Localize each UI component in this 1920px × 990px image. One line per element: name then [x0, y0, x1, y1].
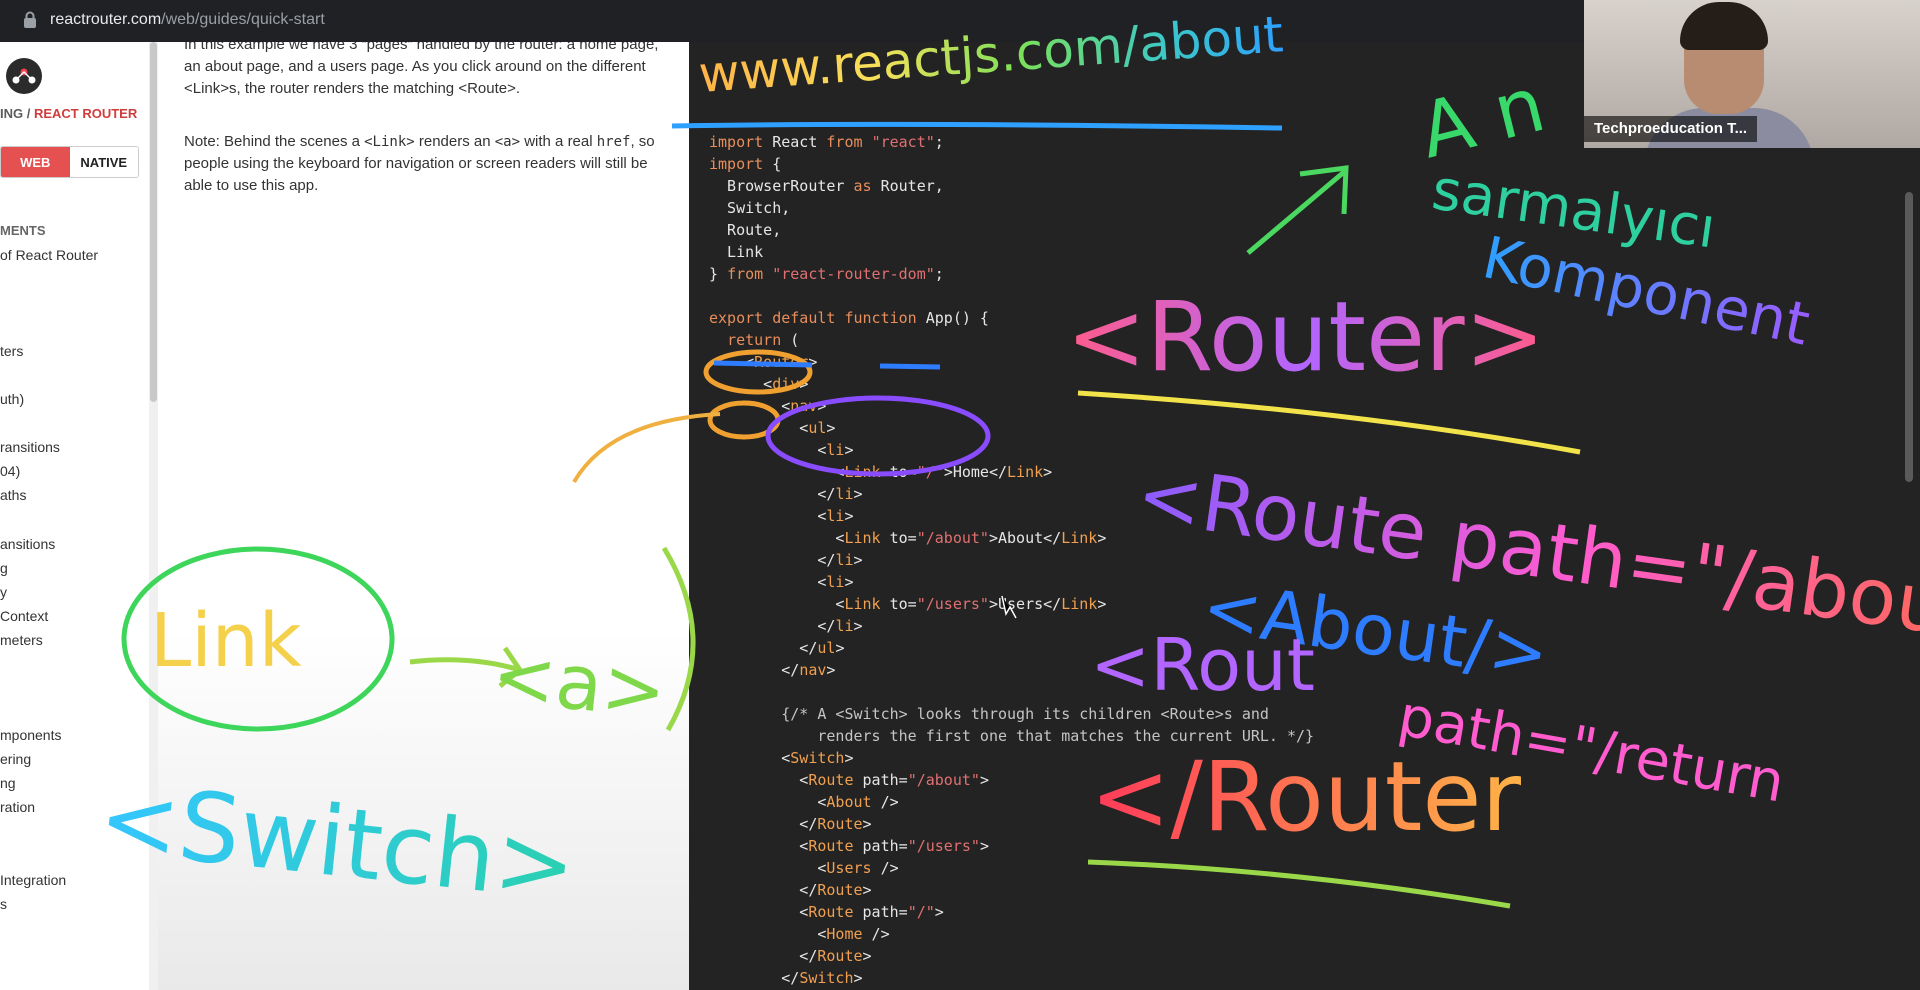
annotation-layer: www.reactjs.com/about A n sarmalyıcı Kom… [94, 5, 1920, 923]
annotation-router-open: <Router> [1066, 281, 1545, 393]
annotation-router-close: </Router [1090, 741, 1521, 853]
annotation-switch: <Switch> [94, 761, 581, 922]
mouse-cursor-icon [1001, 595, 1017, 619]
curve-orange [572, 412, 721, 484]
green-arrow [1246, 165, 1349, 255]
circle-router-line [703, 349, 813, 395]
underline-router [1077, 390, 1581, 455]
bracket-green [661, 546, 696, 732]
annotation-link: Link [150, 598, 302, 684]
scribble-router [713, 360, 941, 370]
underline-url [671, 121, 1283, 131]
annotation-rout: <Rout [1090, 623, 1315, 707]
circle-ul-line [765, 395, 991, 477]
underline-router-close [1087, 859, 1511, 909]
annotation-url: www.reactjs.com/about [697, 5, 1285, 104]
annotation-a-n: A n [1411, 59, 1553, 175]
annotation-a-tag: <a> [488, 629, 670, 736]
